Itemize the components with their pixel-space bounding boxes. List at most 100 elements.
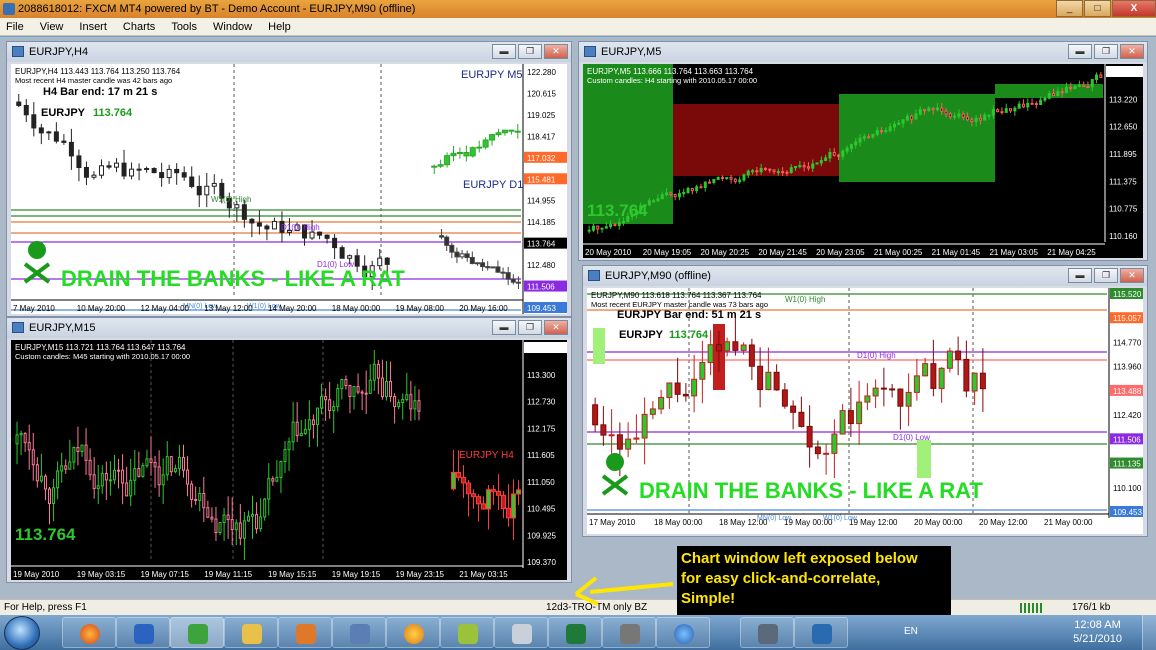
- chart-area-h4[interactable]: W1(0) High D1(0) High D1(0) Low MN(0) Low W1…: [11, 64, 567, 314]
- menu-tools[interactable]: Tools: [171, 21, 197, 33]
- candle-body: [751, 170, 755, 173]
- chart-window-m15[interactable]: EURJPY,M15 ▬ ❐ ✕ 113.764 113.300 112.730 11…: [6, 317, 572, 583]
- chart-window-titlebar[interactable]: EURJPY,H4 ▬ ❐ ✕: [7, 42, 571, 62]
- chart-svg-h4[interactable]: W1(0) HighD1(0) HighD1(0) LowMN(0) Low W1…: [11, 64, 567, 314]
- chart-area-m15[interactable]: 113.764 113.300 112.730 112.175 111.605 111.0…: [11, 340, 567, 580]
- menu-file[interactable]: File: [6, 21, 24, 33]
- candle-body: [901, 119, 905, 124]
- maximize-button[interactable]: □: [1084, 0, 1111, 17]
- chart-minimize-button[interactable]: ▬: [1068, 44, 1092, 59]
- candle-body: [647, 200, 651, 206]
- taskbar-mt4[interactable]: [170, 617, 224, 648]
- chart-window-m90[interactable]: EURJPY,M90 (offline) ▬ ❐ ✕ 115.520 115.05…: [582, 265, 1148, 537]
- candle-body: [918, 109, 922, 115]
- candle-body: [299, 433, 303, 437]
- taskbar-media[interactable]: [278, 617, 332, 648]
- chart-area-m5[interactable]: 113.764 113.220 112.650 111.895 111.375 110.7…: [583, 64, 1143, 258]
- candle-body: [847, 410, 854, 425]
- candle-body: [198, 493, 202, 501]
- taskbar-app-8[interactable]: [440, 617, 494, 648]
- banner-text: DRAIN THE BANKS - LIKE A RAT: [639, 478, 983, 503]
- menu-charts[interactable]: Charts: [123, 21, 155, 33]
- y-tick-label: 113.764: [527, 240, 556, 249]
- candle-body: [490, 266, 496, 269]
- excel-icon: [566, 624, 586, 644]
- candle-body: [616, 434, 623, 450]
- candle-body: [864, 395, 871, 403]
- menu-window[interactable]: Window: [213, 21, 252, 33]
- taskbar-explorer[interactable]: [224, 617, 278, 648]
- chart-minimize-button[interactable]: ▬: [492, 44, 516, 59]
- menu-insert[interactable]: Insert: [79, 21, 107, 33]
- chart-window-icon: [12, 46, 24, 57]
- chart-window-titlebar[interactable]: EURJPY,M15 ▬ ❐ ✕: [7, 318, 571, 338]
- candle-body: [673, 194, 677, 198]
- candle-body: [940, 107, 944, 112]
- chart-window-titlebar[interactable]: EURJPY,M90 (offline) ▬ ❐ ✕: [583, 266, 1147, 286]
- chart-svg-m90[interactable]: 115.520 115.057 114.770 113.960 113.488 112.4…: [587, 288, 1143, 534]
- menu-view[interactable]: View: [40, 21, 64, 33]
- minimize-button[interactable]: _: [1056, 0, 1083, 17]
- chart-svg-m15[interactable]: 113.764 113.300 112.730 112.175 111.605 111.0…: [11, 340, 567, 580]
- candle-body: [889, 388, 896, 391]
- candle-body: [854, 141, 858, 146]
- candle-body: [979, 372, 986, 390]
- close-button[interactable]: X: [1112, 0, 1156, 17]
- candle-body: [759, 167, 763, 173]
- y-tick-label: 112.420: [1113, 411, 1142, 420]
- taskbar-calculator[interactable]: [494, 617, 548, 648]
- overlay-tag: EURJPY H4: [459, 450, 514, 461]
- candle-body: [439, 235, 445, 238]
- chart-svg-m5[interactable]: 113.764 113.220 112.650 111.895 111.375 110.7…: [583, 64, 1143, 258]
- chart-minimize-button[interactable]: ▬: [1068, 268, 1092, 283]
- chart-restore-button[interactable]: ❐: [518, 44, 542, 59]
- chart-window-titlebar[interactable]: EURJPY,M5 ▬ ❐ ✕: [579, 42, 1147, 62]
- candle-body: [364, 392, 368, 395]
- taskbar-app-6[interactable]: [332, 617, 386, 648]
- candle-body: [666, 382, 673, 399]
- candle-body: [466, 482, 471, 495]
- taskbar-firefox[interactable]: [62, 617, 116, 648]
- chart-close-button[interactable]: ✕: [1120, 44, 1144, 59]
- chart-restore-button[interactable]: ❐: [1094, 268, 1118, 283]
- candle-body: [1095, 74, 1099, 80]
- taskbar-itunes[interactable]: [656, 617, 710, 648]
- candle-body: [506, 507, 511, 519]
- menu-help[interactable]: Help: [268, 21, 291, 33]
- candle-body: [1039, 99, 1043, 106]
- chart-close-button[interactable]: ✕: [544, 44, 568, 59]
- chart-restore-button[interactable]: ❐: [518, 320, 542, 335]
- taskbar-app-2[interactable]: [116, 617, 170, 648]
- candle-body: [858, 137, 862, 143]
- taskbar-app-14[interactable]: [794, 617, 848, 648]
- candle-body: [703, 181, 707, 188]
- taskbar-excel[interactable]: [548, 617, 602, 648]
- candle-body: [677, 193, 681, 198]
- candle-body: [1026, 102, 1030, 108]
- chart-close-button[interactable]: ✕: [1120, 268, 1144, 283]
- candle-body: [733, 178, 737, 183]
- taskbar-app-7[interactable]: [386, 617, 440, 648]
- chart-close-button[interactable]: ✕: [544, 320, 568, 335]
- chart-minimize-button[interactable]: ▬: [492, 320, 516, 335]
- candle-body: [389, 380, 393, 398]
- chart-restore-button[interactable]: ❐: [1094, 44, 1118, 59]
- candle-body: [725, 177, 729, 180]
- candle-body: [798, 411, 805, 427]
- clock[interactable]: 12:08 AM 5/21/2010: [1073, 618, 1122, 646]
- start-button[interactable]: [4, 616, 40, 650]
- system-tray: EN 12:08 AM 5/21/2010: [856, 615, 1156, 650]
- candle-body: [480, 262, 486, 268]
- chart-window-m5[interactable]: EURJPY,M5 ▬ ❐ ✕ 113.764 113.220 112.650 111…: [578, 41, 1148, 261]
- show-desktop-button[interactable]: [1142, 615, 1156, 650]
- taskbar-app-13[interactable]: [740, 617, 794, 648]
- chart-area-m90[interactable]: 115.520 115.057 114.770 113.960 113.488 112.4…: [587, 288, 1143, 534]
- chart-window-icon: [584, 46, 596, 57]
- candle-body: [930, 363, 937, 389]
- candle-body: [166, 168, 172, 179]
- language-indicator[interactable]: EN: [904, 626, 918, 637]
- taskbar-app-11[interactable]: [602, 617, 656, 648]
- chart-window-h4[interactable]: EURJPY,H4 ▬ ❐ ✕ W1(0) High D1(0) High D1(0…: [6, 41, 572, 317]
- candle-body: [121, 162, 127, 177]
- candle-body: [161, 474, 165, 486]
